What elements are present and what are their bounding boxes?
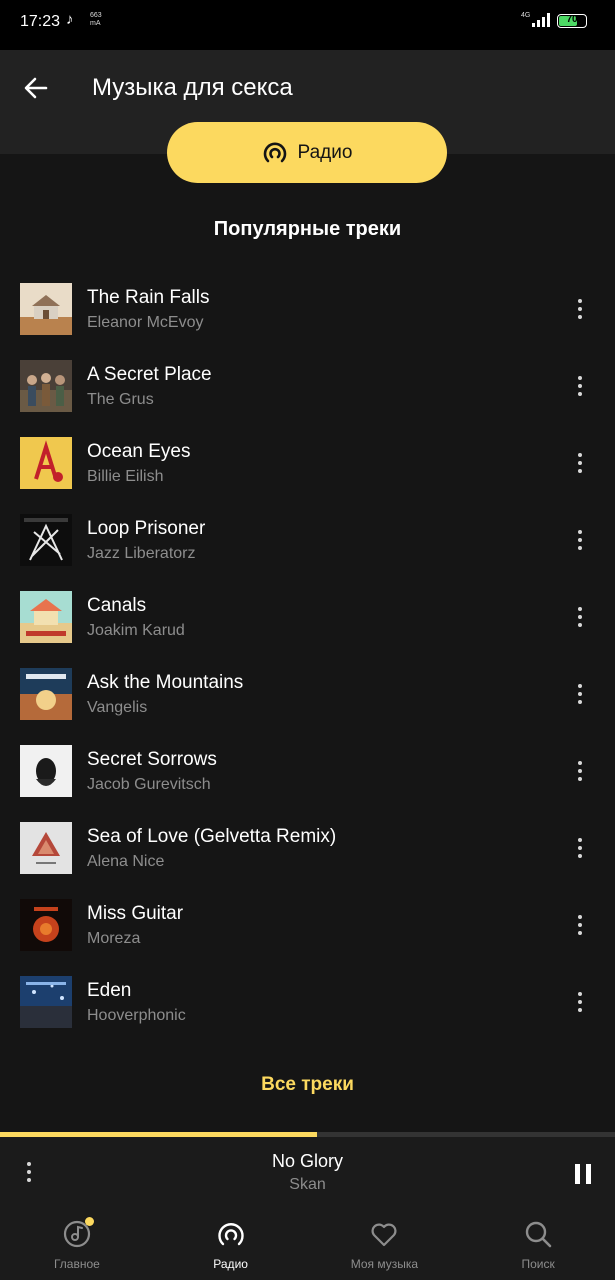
album-cover [20, 668, 72, 720]
nav-item-home[interactable]: Главное [0, 1209, 154, 1280]
track-row[interactable]: Canals Joakim Karud [0, 578, 615, 655]
track-title: Secret Sorrows [87, 749, 217, 770]
mini-player[interactable]: No Glory Skan [0, 1137, 615, 1209]
track-row[interactable]: Sea of Love (Gelvetta Remix) Alena Nice [0, 809, 615, 886]
battery-level: 70 [566, 14, 578, 25]
track-row[interactable]: Ocean Eyes Billie Eilish [0, 424, 615, 501]
track-title: Sea of Love (Gelvetta Remix) [87, 826, 337, 847]
track-artist: Jacob Gurevitsch [87, 776, 211, 793]
album-cover [20, 822, 72, 874]
home-music-icon [62, 1217, 94, 1249]
track-artist: Eleanor McEvoy [87, 314, 204, 331]
more-options-icon[interactable] [566, 833, 594, 863]
heart-icon [369, 1219, 399, 1249]
track-row[interactable]: A Secret Place The Grus [0, 347, 615, 424]
track-artist: Billie Eilish [87, 468, 164, 485]
signal-icon [532, 13, 550, 27]
now-playing-artist: Skan [289, 1176, 326, 1193]
battery-icon: 70 [557, 14, 587, 28]
network-type: 4G [521, 12, 531, 19]
status-speed: 663 mA [90, 12, 102, 27]
track-row[interactable]: Eden Hooverphonic [0, 963, 615, 1040]
track-artist: The Grus [87, 391, 154, 408]
more-options-icon[interactable] [566, 371, 594, 401]
track-row[interactable]: Miss Guitar Moreza [0, 886, 615, 963]
more-options-icon[interactable] [566, 525, 594, 555]
track-title: Miss Guitar [87, 903, 184, 924]
track-artist: Moreza [87, 930, 141, 947]
track-title: A Secret Place [87, 364, 212, 385]
track-title: The Rain Falls [87, 287, 210, 308]
radio-wave-icon [263, 142, 286, 162]
track-title: Ocean Eyes [87, 441, 191, 462]
radio-button[interactable]: Радио [167, 122, 447, 183]
album-cover [20, 283, 72, 335]
track-row[interactable]: Loop Prisoner Jazz Liberatorz [0, 501, 615, 578]
page-title: Музыка для секса [92, 74, 293, 101]
album-cover [20, 514, 72, 566]
track-title: Ask the Mountains [87, 672, 244, 693]
arrow-left-icon[interactable] [20, 72, 52, 104]
album-cover [20, 591, 72, 643]
nav-item-my-music[interactable]: Моя музыка [308, 1209, 462, 1280]
nav-item-search[interactable]: Поиск [461, 1209, 615, 1280]
nav-label: Поиск [521, 1257, 555, 1271]
track-row[interactable]: Ask the Mountains Vangelis [0, 655, 615, 732]
more-options-icon[interactable] [566, 756, 594, 786]
more-options-icon[interactable] [566, 602, 594, 632]
track-artist: Alena Nice [87, 853, 165, 870]
track-row[interactable]: Secret Sorrows Jacob Gurevitsch [0, 732, 615, 809]
track-artist: Joakim Karud [87, 622, 185, 639]
track-list: The Rain Falls Eleanor McEvoy A Secret P… [0, 270, 615, 1040]
now-playing-title: No Glory [271, 1151, 343, 1171]
nav-label: Радио [213, 1257, 248, 1271]
pause-icon[interactable] [570, 1161, 596, 1187]
nav-item-radio[interactable]: Радио [154, 1209, 308, 1280]
album-cover [20, 899, 72, 951]
track-artist: Hooverphonic [87, 1007, 186, 1024]
search-icon [523, 1219, 553, 1249]
section-title: Популярные треки [213, 218, 402, 240]
track-row[interactable]: The Rain Falls Eleanor McEvoy [0, 270, 615, 347]
album-cover [20, 437, 72, 489]
more-options-icon[interactable] [566, 448, 594, 478]
more-options-icon[interactable] [566, 987, 594, 1017]
radio-wave-icon [216, 1219, 246, 1249]
track-title: Canals [87, 595, 147, 616]
album-cover [20, 360, 72, 412]
more-options-icon[interactable] [566, 294, 594, 324]
notification-dot [84, 1217, 94, 1226]
track-artist: Vangelis [87, 699, 148, 716]
status-time: 17:23 [20, 13, 61, 30]
more-options-icon[interactable] [566, 910, 594, 940]
nav-label: Главное [53, 1257, 100, 1271]
album-cover [20, 976, 72, 1028]
track-artist: Jazz Liberatorz [87, 545, 196, 562]
status-bar: 17:23 ♪ 663 mA 4G 70 [0, 0, 615, 50]
album-cover [20, 745, 72, 797]
all-tracks-link[interactable]: Все треки [0, 1074, 615, 1096]
nav-label: Моя музыка [350, 1257, 419, 1271]
track-title: Loop Prisoner [87, 518, 206, 539]
bottom-nav: Главное Радио Моя музыка Поиск [0, 1209, 615, 1280]
more-options-icon[interactable] [566, 679, 594, 709]
track-title: Eden [87, 980, 132, 1001]
tiktok-notification-icon: ♪ [66, 11, 74, 28]
radio-button-label: Радио [297, 141, 353, 163]
